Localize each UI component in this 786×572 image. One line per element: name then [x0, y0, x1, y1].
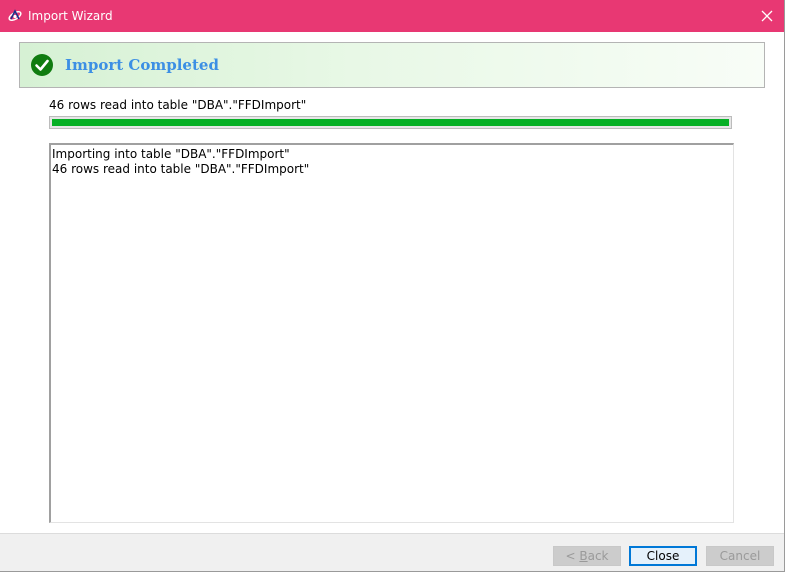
back-button-mnemonic: B [579, 549, 588, 563]
close-button[interactable]: Close [629, 546, 697, 566]
import-wizard-window: Import Wizard Import Completed 46 rows r… [0, 0, 785, 572]
sybase-interactive-sql-icon [7, 8, 23, 24]
status-text: 46 rows read into table "DBA"."FFDImport… [49, 98, 307, 112]
import-log-textarea[interactable]: Importing into table "DBA"."FFDImport" 46… [49, 143, 734, 523]
button-bar: < Back Close Cancel [0, 533, 784, 571]
close-icon[interactable] [750, 0, 784, 32]
progress-bar [49, 116, 732, 129]
window-title: Import Wizard [28, 9, 113, 23]
cancel-button[interactable]: Cancel [706, 546, 774, 566]
cancel-button-label: Cancel [719, 549, 761, 563]
back-button-label: ack [587, 549, 609, 563]
progress-bar-fill [52, 119, 729, 126]
back-button[interactable]: < Back [553, 546, 621, 566]
log-line: 46 rows read into table "DBA"."FFDImport… [52, 162, 310, 176]
check-circle-icon [30, 53, 54, 77]
completion-banner: Import Completed [19, 42, 765, 88]
banner-title: Import Completed [65, 56, 219, 74]
back-button-prefix: < [565, 549, 580, 563]
close-button-label: Close [646, 549, 680, 563]
log-line: Importing into table "DBA"."FFDImport" [52, 147, 290, 161]
title-bar[interactable]: Import Wizard [0, 0, 784, 32]
